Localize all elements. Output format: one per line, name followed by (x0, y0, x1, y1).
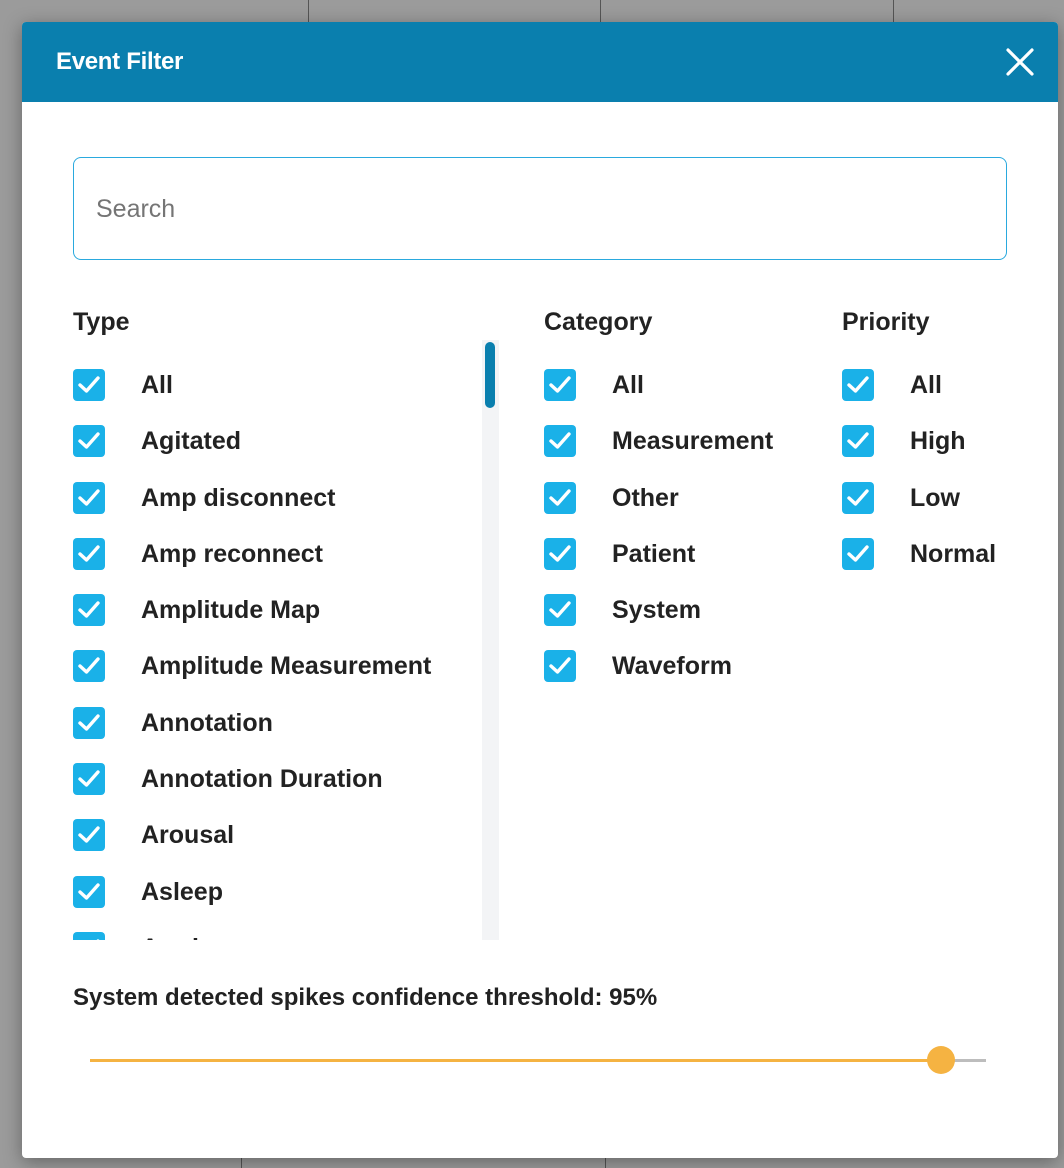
checkbox-label: High (910, 427, 966, 456)
checkmark-icon (78, 714, 100, 731)
checkmark-icon (847, 488, 869, 506)
checkbox[interactable] (73, 706, 105, 739)
checkbox[interactable] (73, 425, 105, 458)
checkmark-icon (78, 488, 100, 506)
checkmark-icon (96, 939, 100, 940)
checkbox-label: Waveform (612, 652, 732, 681)
dialog-title: Event Filter (56, 48, 184, 75)
type-column-title: Type (73, 308, 130, 336)
checkmark-icon (78, 770, 100, 787)
checkmark-icon (549, 376, 571, 393)
checkbox-label: System (612, 596, 701, 625)
close-button[interactable] (1000, 42, 1040, 82)
dialog-header: Event Filter (22, 22, 1058, 102)
checkbox-label: Agitated (141, 427, 241, 456)
background-grid-line (241, 1158, 242, 1168)
checkbox-label: All (141, 371, 173, 399)
checkbox[interactable] (544, 537, 576, 570)
checkbox-label: Annotation (141, 708, 273, 737)
type-list-scrollbar-thumb[interactable] (485, 342, 495, 408)
category-column-title: Category (544, 308, 653, 336)
checkbox-label: Annotation Duration (141, 765, 383, 794)
checkbox[interactable] (73, 481, 105, 514)
checkbox[interactable] (842, 425, 874, 458)
checkmark-icon (549, 657, 571, 675)
event-filter-dialog: Event Filter Type Category Priority AllA… (22, 22, 1058, 1158)
checkbox[interactable] (73, 931, 105, 940)
checkbox[interactable] (544, 650, 576, 683)
confidence-threshold-slider[interactable] (90, 1046, 986, 1074)
checkbox-label: Amp reconnect (141, 539, 323, 568)
confidence-threshold-label: System detected spikes confidence thresh… (73, 984, 658, 1011)
checkbox-label: All (910, 371, 942, 399)
close-icon (1006, 48, 1034, 76)
checkbox-label: All (612, 371, 644, 399)
checkmark-icon (847, 545, 869, 562)
checkbox-label: Low (910, 483, 960, 512)
checkmark-icon (847, 432, 869, 449)
checkbox-label: Amplitude Measurement (141, 652, 432, 681)
checkbox-label: Asleep (141, 877, 223, 906)
checkmark-icon (78, 882, 100, 900)
priority-column-title: Priority (842, 308, 930, 336)
checkmark-icon (78, 432, 100, 449)
checkbox[interactable] (73, 650, 105, 683)
checkbox-label: Normal (910, 539, 997, 568)
checkmark-icon (847, 376, 869, 393)
checkbox[interactable] (73, 763, 105, 796)
slider-thumb[interactable] (927, 1046, 956, 1074)
checkbox[interactable] (842, 369, 874, 401)
checkbox[interactable] (73, 594, 105, 627)
checkbox[interactable] (842, 481, 874, 514)
checkbox-label: Patient (612, 539, 696, 568)
checkmark-icon (549, 601, 571, 618)
checkbox[interactable] (73, 369, 105, 401)
background-grid-line (605, 1158, 606, 1168)
checkmark-icon (78, 601, 100, 618)
type-list-scrollbar-track[interactable] (482, 340, 499, 940)
search-box (73, 157, 1007, 261)
checkmark-icon (549, 432, 571, 449)
checkbox[interactable] (73, 537, 105, 570)
checkmark-icon (78, 657, 100, 675)
checkmark-icon (549, 545, 571, 562)
checkbox-label: Amplitude Map (141, 596, 321, 625)
checkmark-icon (549, 488, 571, 506)
checkbox-label: Amp disconnect (141, 483, 336, 512)
background-grid-line (893, 0, 894, 22)
type-list-viewport: All Agitated Amp disconnect Amp reconnect Am… (73, 358, 503, 940)
checkmark-icon (78, 826, 100, 844)
checkbox-label: Measurement (612, 427, 774, 456)
checkbox[interactable] (842, 537, 874, 570)
checkmark-icon (78, 376, 100, 393)
background-grid-line (308, 0, 309, 22)
checkbox-label: Other (612, 483, 679, 512)
checkbox[interactable] (544, 425, 576, 458)
search-input[interactable] (94, 158, 978, 261)
checkbox[interactable] (544, 369, 576, 401)
checkbox-label: Arousal (141, 821, 235, 850)
checkbox[interactable] (544, 594, 576, 627)
checkbox[interactable] (73, 875, 105, 908)
slider-fill (90, 1059, 942, 1062)
checkbox[interactable] (73, 819, 105, 852)
background-grid-line (600, 0, 601, 22)
checkbox[interactable] (544, 481, 576, 514)
checkmark-icon (78, 545, 100, 562)
checkbox-label: Awake (141, 934, 220, 940)
